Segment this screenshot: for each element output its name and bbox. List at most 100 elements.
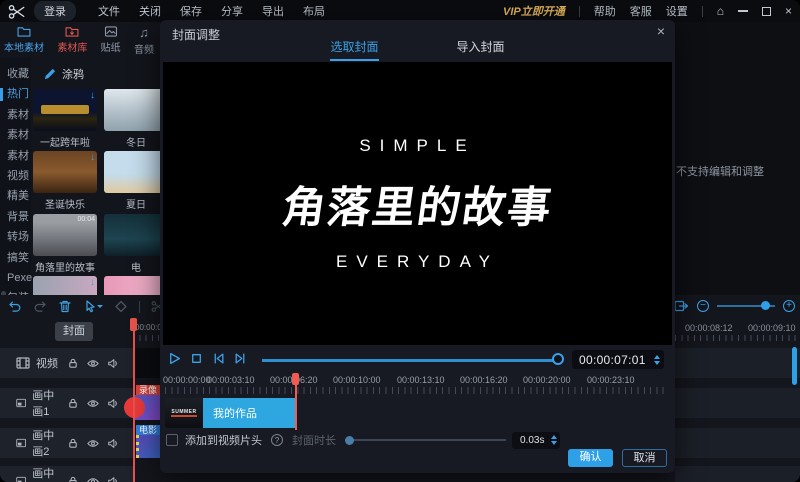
help-button[interactable]: 帮助: [594, 3, 616, 19]
lock-icon[interactable]: [67, 358, 79, 369]
duration-slider-handle[interactable]: [345, 436, 354, 445]
add-to-intro-checkbox[interactable]: [166, 434, 178, 446]
category-hot[interactable]: 热门: [0, 84, 31, 104]
menu-export[interactable]: 导出: [262, 3, 284, 19]
category-material-1[interactable]: 素材: [0, 105, 31, 125]
next-frame-icon[interactable]: [234, 352, 247, 365]
tab-audio[interactable]: ♫ 音频: [134, 26, 154, 54]
speaker-icon[interactable]: [107, 398, 119, 409]
thumbnail-partial[interactable]: [104, 276, 160, 295]
timeline-playhead-handle[interactable]: [130, 318, 137, 331]
cover-button[interactable]: 封面: [55, 322, 93, 341]
cancel-button[interactable]: 取消: [622, 449, 667, 467]
spin-up-icon[interactable]: [654, 352, 660, 359]
speaker-icon[interactable]: [107, 476, 119, 482]
category-background[interactable]: 背景: [0, 207, 31, 227]
track-lane[interactable]: [675, 348, 800, 378]
tab-select-cover[interactable]: 选取封面: [330, 38, 378, 61]
thumbnail-partial[interactable]: ↓: [33, 276, 97, 295]
video-clip-fragment[interactable]: [134, 348, 160, 378]
thumbnail-winter[interactable]: 冬日: [104, 89, 160, 149]
duration-value-box[interactable]: 0.03s: [512, 432, 560, 449]
timeline-playhead-line[interactable]: [133, 323, 135, 482]
spin-down-icon[interactable]: [551, 441, 557, 448]
menu-layout[interactable]: 布局: [303, 3, 325, 19]
eye-icon[interactable]: [87, 476, 99, 482]
tab-stickers[interactable]: 贴纸: [101, 26, 121, 54]
undo-icon[interactable]: [8, 300, 22, 313]
modal-timeline-ruler[interactable]: 00:00:00:00 00:00:03:10 00:00:06:20 00:0…: [160, 375, 675, 395]
menu-share[interactable]: 分享: [221, 3, 243, 19]
category-transition[interactable]: 转场: [0, 227, 31, 247]
confirm-button[interactable]: 确认: [568, 449, 613, 467]
timeline-ruler[interactable]: [133, 335, 160, 341]
spin-up-icon[interactable]: [551, 432, 557, 439]
support-button[interactable]: 客服: [630, 3, 652, 19]
category-favorites[interactable]: 收藏: [0, 64, 31, 84]
delete-icon[interactable]: [58, 300, 72, 313]
download-icon[interactable]: ↓: [90, 90, 95, 101]
duration-spinner[interactable]: [551, 432, 557, 448]
eye-icon[interactable]: [87, 438, 99, 449]
clip-my-work[interactable]: 我的作品: [203, 398, 296, 428]
track-lane[interactable]: [675, 466, 800, 482]
thumbnail-newyear[interactable]: ↓ 一起跨年啦: [33, 89, 97, 149]
timeline-ruler[interactable]: [675, 335, 797, 341]
vip-upgrade-button[interactable]: VIP立即开通: [503, 3, 565, 19]
seek-slider[interactable]: [262, 359, 562, 362]
prev-frame-icon[interactable]: [212, 352, 225, 365]
tab-import-cover[interactable]: 导入封面: [457, 38, 505, 61]
eye-icon[interactable]: [87, 398, 99, 409]
category-material-2[interactable]: 素材: [0, 125, 31, 145]
maximize-icon[interactable]: [762, 7, 771, 16]
lock-icon[interactable]: [67, 438, 79, 449]
select-tool[interactable]: [83, 300, 103, 313]
category-beautiful[interactable]: 精美: [0, 186, 31, 206]
timecode-box[interactable]: 00:00:07:01: [572, 350, 664, 369]
menu-save[interactable]: 保存: [180, 3, 202, 19]
clip-thumbnail[interactable]: SUMMER: [165, 398, 203, 428]
redo-icon[interactable]: [33, 300, 47, 313]
modal-close-icon[interactable]: ×: [657, 23, 665, 39]
keyframe-icon[interactable]: [114, 300, 128, 313]
tab-local-media[interactable]: 本地素材: [4, 26, 44, 54]
cover-duration-slider[interactable]: [346, 439, 506, 441]
spin-down-icon[interactable]: [654, 361, 660, 368]
question-icon[interactable]: ?: [271, 434, 283, 446]
timeline-zoom-slider[interactable]: [717, 305, 775, 307]
timeline-scrollbar[interactable]: [792, 347, 797, 385]
thumbnail-city[interactable]: 电: [104, 214, 160, 274]
login-button[interactable]: 登录: [34, 1, 76, 21]
speaker-icon[interactable]: [107, 358, 119, 369]
download-icon[interactable]: ↓: [90, 152, 95, 163]
track-lane[interactable]: [675, 428, 800, 458]
eye-icon[interactable]: [87, 358, 99, 369]
track-lane[interactable]: [675, 388, 800, 418]
download-icon[interactable]: ↓: [90, 277, 95, 288]
menu-file[interactable]: 文件: [98, 3, 120, 19]
cover-frame-marker[interactable]: [292, 373, 299, 385]
section-doodle[interactable]: 涂鸦: [31, 58, 160, 88]
tab-media-library[interactable]: 素材库: [57, 26, 87, 54]
settings-button[interactable]: 设置: [666, 3, 688, 19]
zoom-in-icon[interactable]: +: [783, 300, 795, 312]
thumbnail-christmas[interactable]: ↓ 圣诞快乐: [33, 151, 97, 211]
fit-timeline-icon[interactable]: [674, 300, 689, 312]
speaker-icon[interactable]: [107, 438, 119, 449]
zoom-out-icon[interactable]: −: [697, 300, 709, 312]
category-video[interactable]: 视频: [0, 166, 31, 186]
category-pexels[interactable]: Pexe: [0, 268, 31, 288]
thumbnail-summer[interactable]: 夏日: [104, 151, 160, 211]
lock-icon[interactable]: [67, 398, 79, 409]
thumbnail-corner-story[interactable]: 00:04 角落里的故事: [33, 214, 97, 274]
home-icon[interactable]: ⌂: [717, 5, 724, 17]
menu-close[interactable]: 关闭: [139, 3, 161, 19]
pip2-clip-fragment[interactable]: [136, 435, 160, 458]
play-icon[interactable]: [168, 352, 181, 365]
stop-icon[interactable]: [190, 352, 203, 365]
lock-icon[interactable]: [67, 476, 79, 482]
window-close-icon[interactable]: ×: [785, 5, 792, 17]
minimize-icon[interactable]: [738, 10, 748, 12]
category-material-3[interactable]: 素材: [0, 146, 31, 166]
timecode-spinner[interactable]: [654, 352, 660, 368]
